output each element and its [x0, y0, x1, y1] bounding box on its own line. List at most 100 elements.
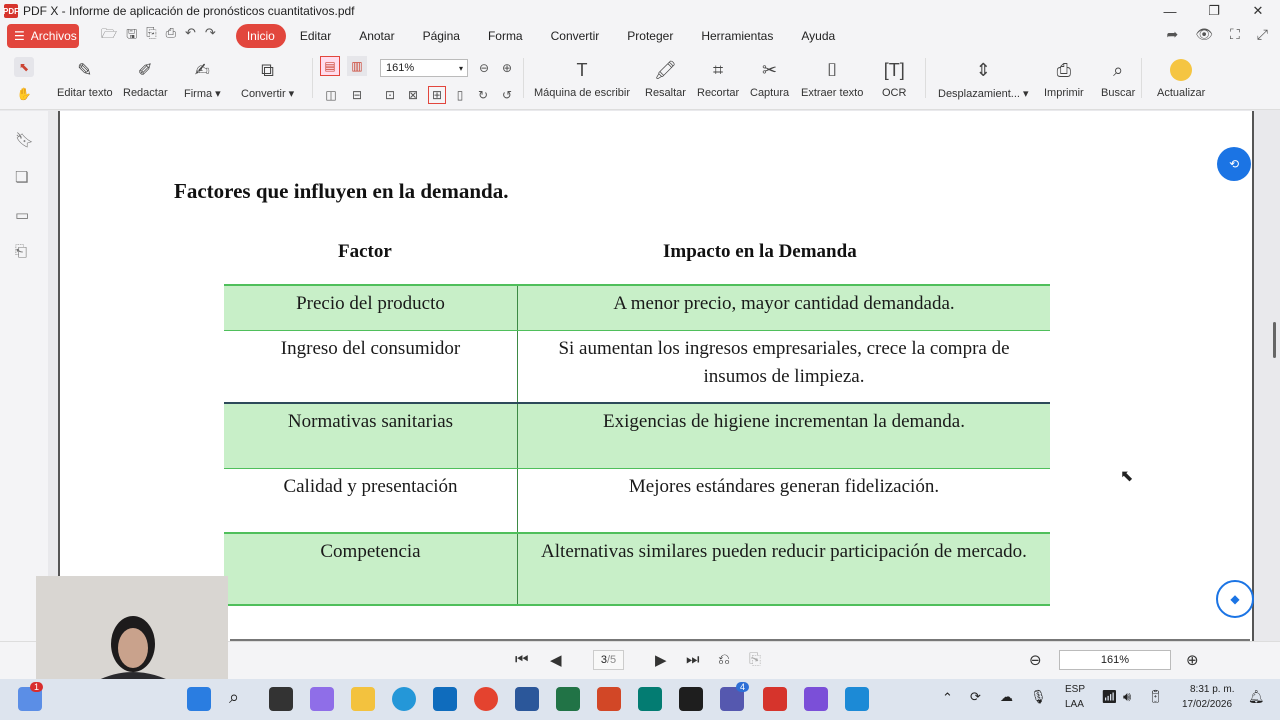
two-page-view-icon[interactable]: ◫: [323, 87, 339, 103]
menu-herramientas[interactable]: Herramientas: [687, 24, 787, 48]
vertical-scrollbar[interactable]: [1273, 322, 1276, 358]
tool-actualizar[interactable]: Actualizar: [1157, 56, 1205, 99]
page-number-field[interactable]: 3/5: [593, 650, 624, 670]
zoom-out-icon[interactable]: ⊖: [1029, 651, 1042, 669]
app2-icon[interactable]: [804, 687, 828, 711]
next-page-icon[interactable]: ▶: [655, 651, 667, 669]
last-page-icon[interactable]: ⏭: [686, 651, 700, 668]
tool-maquina-escribir[interactable]: T Máquina de escribir: [534, 56, 630, 100]
menu-editar[interactable]: Editar: [286, 24, 345, 48]
open-folder-icon[interactable]: 🗁: [101, 25, 117, 47]
app-icon[interactable]: [679, 687, 703, 711]
outlook-icon[interactable]: [433, 687, 457, 711]
save-icon[interactable]: 🖫: [126, 25, 137, 47]
tool-imprimir[interactable]: ⎙ Imprimir: [1044, 56, 1084, 100]
tool-desplazamiento[interactable]: ⇕ Desplazamient... ▾: [938, 56, 1029, 101]
menu-ayuda[interactable]: Ayuda: [787, 24, 849, 48]
continuous-view-icon[interactable]: ▥: [347, 56, 367, 76]
notifications-icon[interactable]: 🔔︎: [1248, 689, 1265, 705]
select-cursor-icon[interactable]: ⬉: [14, 57, 34, 77]
window-controls: — ❐ ✕: [1148, 0, 1280, 22]
language-indicator[interactable]: ESP: [1065, 684, 1085, 695]
fullscreen-icon[interactable]: ⛶: [1230, 26, 1240, 43]
tool-extraer-texto[interactable]: ⌷ Extraer texto: [801, 56, 863, 100]
translate-float-icon[interactable]: ⟲: [1217, 147, 1251, 181]
tool-ocr[interactable]: [T] OCR: [882, 56, 906, 100]
attachments-icon[interactable]: ⎗: [15, 243, 27, 260]
tool-resaltar[interactable]: 🖍 Resaltar: [645, 56, 686, 100]
tool-captura[interactable]: ✂ Captura: [750, 56, 789, 100]
ai-assistant-icon[interactable]: ◆: [1216, 580, 1254, 618]
powerpoint-icon[interactable]: [597, 687, 621, 711]
microphone-icon[interactable]: 🎙︎: [1030, 689, 1047, 705]
tool-editar-texto[interactable]: ✎ Editar texto: [57, 56, 113, 100]
zoom-in-icon[interactable]: ⊕: [499, 60, 515, 76]
word-icon[interactable]: [515, 687, 539, 711]
file-explorer-icon[interactable]: [351, 687, 375, 711]
actual-size-icon[interactable]: ⊡: [382, 87, 398, 103]
chevron-up-icon[interactable]: ⌃: [942, 690, 953, 706]
zoom-select[interactable]: 161% ▾: [380, 59, 468, 77]
cloud-icon[interactable]: ☁: [1000, 689, 1013, 705]
pages-icon[interactable]: ❏: [15, 168, 28, 186]
chrome-icon[interactable]: [474, 687, 498, 711]
sync-icon[interactable]: ⟳: [970, 689, 981, 705]
wifi-icon[interactable]: 📶︎: [1101, 689, 1118, 705]
tool-convertir[interactable]: ⧉ Convertir ▾: [241, 56, 294, 101]
tool-buscar[interactable]: ⌕ Buscar: [1101, 56, 1135, 100]
quick-access-toolbar: 🗁 🖫 ⎘ ⎙ ↶ ↷: [101, 25, 216, 47]
search-icon[interactable]: ⌕: [229, 687, 253, 711]
menu-anotar[interactable]: Anotar: [345, 24, 408, 48]
menu-inicio[interactable]: Inicio: [235, 24, 286, 48]
previous-view-icon[interactable]: ⎌: [718, 651, 730, 668]
minimize-button[interactable]: —: [1148, 0, 1192, 22]
menu-forma[interactable]: Forma: [474, 24, 537, 48]
volume-icon[interactable]: 🔊︎: [1123, 689, 1131, 705]
keyboard-layout[interactable]: LAA: [1065, 699, 1084, 710]
comments-icon[interactable]: ▭: [15, 206, 29, 224]
rotate-right-icon[interactable]: ↻: [475, 87, 491, 103]
read-mode-icon[interactable]: 👁: [1195, 26, 1213, 43]
tool-redactar[interactable]: ✐ Redactar: [123, 56, 168, 100]
maximize-button[interactable]: ❐: [1192, 0, 1236, 22]
excel-icon[interactable]: [556, 687, 580, 711]
print-quick-icon[interactable]: ⎙: [166, 25, 176, 47]
redo-icon[interactable]: ↷: [205, 25, 216, 47]
menu-pagina[interactable]: Página: [409, 24, 474, 48]
close-button[interactable]: ✕: [1236, 0, 1280, 22]
archivos-menu-button[interactable]: ☰ Archivos: [7, 24, 79, 48]
save-as-icon[interactable]: ⎘: [146, 25, 156, 47]
task-view-icon[interactable]: [269, 687, 293, 711]
clock-date[interactable]: 17/02/2026: [1182, 699, 1232, 710]
tool-firma[interactable]: ✍ Firma ▾: [184, 56, 221, 101]
previous-page-icon[interactable]: ◀: [550, 651, 562, 669]
fit-visible-icon[interactable]: ▯: [452, 87, 468, 103]
single-page-view-icon[interactable]: ▤: [320, 56, 340, 76]
pdfx-taskbar-icon[interactable]: [763, 687, 787, 711]
zoom-out-icon[interactable]: ⊖: [476, 60, 492, 76]
expand-icon[interactable]: ⤢: [1257, 26, 1268, 43]
first-page-icon[interactable]: ⏮: [515, 651, 529, 668]
app3-icon[interactable]: [845, 687, 869, 711]
clock-time[interactable]: 8:31 p. m.: [1190, 684, 1234, 695]
tool-recortar[interactable]: ⌗ Recortar: [697, 56, 739, 100]
copilot-icon[interactable]: [310, 687, 334, 711]
publisher-icon[interactable]: [638, 687, 662, 711]
share-icon[interactable]: ➦: [1166, 26, 1178, 43]
edge-icon[interactable]: [392, 687, 416, 711]
fit-page-icon[interactable]: ⊠: [405, 87, 421, 103]
menu-convertir[interactable]: Convertir: [537, 24, 614, 48]
menu-proteger[interactable]: Proteger: [613, 24, 687, 48]
rotate-left-icon[interactable]: ↺: [499, 87, 515, 103]
next-view-icon[interactable]: ⎘: [749, 651, 761, 668]
fit-width-icon[interactable]: ⊞: [428, 86, 446, 104]
zoom-level-field[interactable]: 161%: [1059, 650, 1171, 670]
start-icon[interactable]: [187, 687, 211, 711]
bookmark-icon[interactable]: 🔖︎: [15, 131, 34, 149]
cell-factor: Ingreso del consumidor: [224, 331, 518, 402]
undo-icon[interactable]: ↶: [185, 25, 196, 47]
battery-icon[interactable]: 🔋︎: [1147, 689, 1164, 705]
zoom-in-icon[interactable]: ⊕: [1186, 651, 1199, 669]
hand-tool-icon[interactable]: ✋: [16, 86, 32, 102]
page-thumb-icon[interactable]: ⊟: [349, 87, 365, 103]
